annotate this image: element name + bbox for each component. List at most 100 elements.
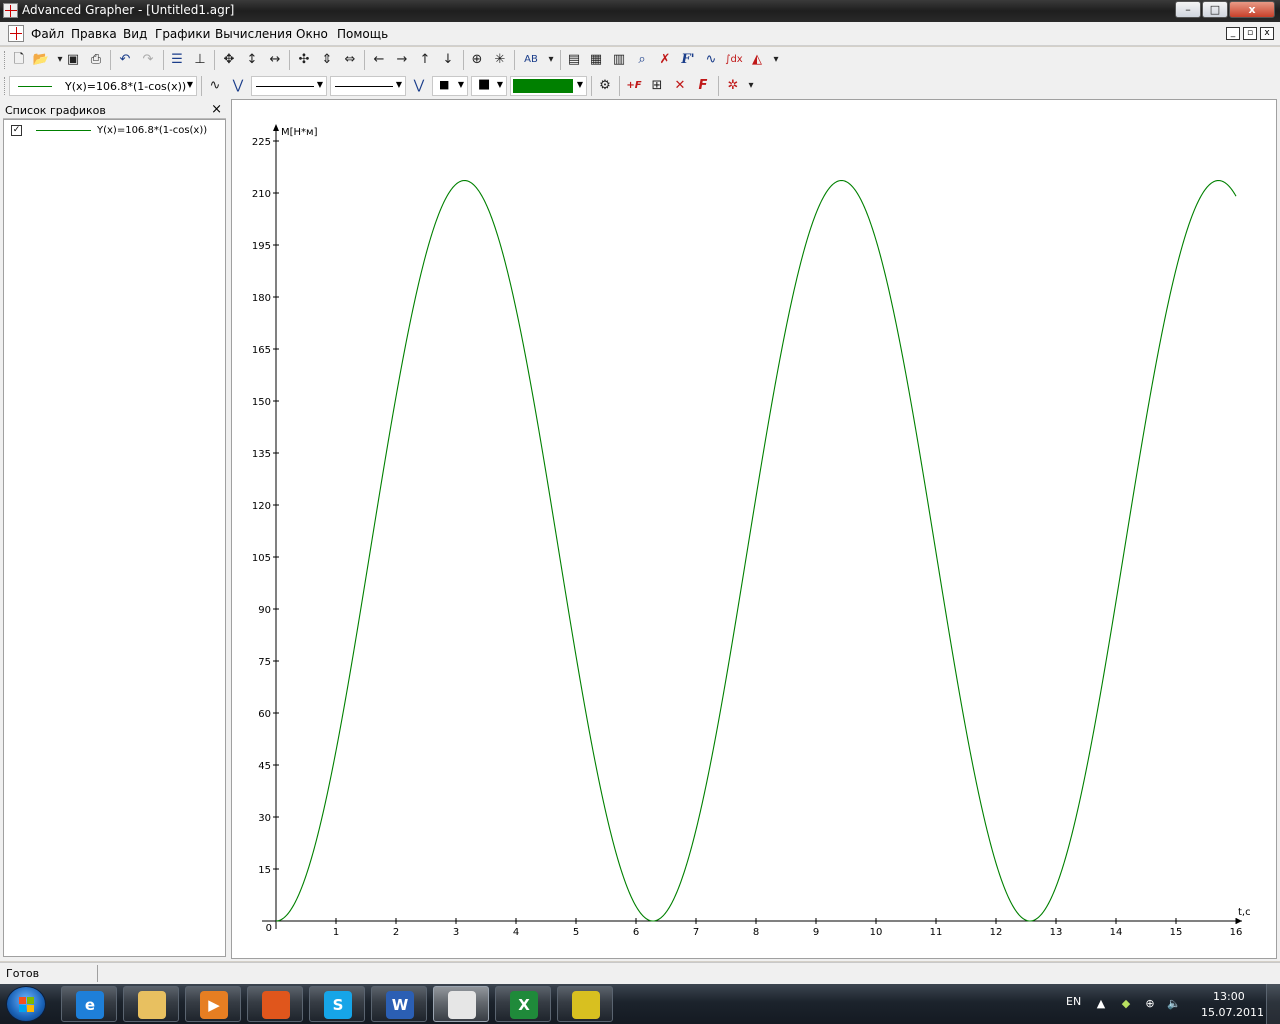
- firefox-icon: [262, 991, 290, 1019]
- zoom-h-icon[interactable]: ⇔: [340, 50, 360, 70]
- horizontal-resize-icon[interactable]: ↔: [265, 50, 285, 70]
- list-item[interactable]: ✓ Y(x)=106.8*(1-cos(x)): [8, 124, 218, 140]
- start-button[interactable]: [6, 986, 46, 1022]
- derivative-icon[interactable]: F': [678, 50, 698, 70]
- delete-graph-icon[interactable]: ✕: [670, 76, 690, 96]
- menu-bar: Файл Правка Вид Графики Вычисления Окно …: [0, 22, 1280, 46]
- point-style-icon[interactable]: ⋁: [228, 76, 248, 96]
- tray-app-icon[interactable]: ◆: [1118, 996, 1134, 1012]
- search-icon[interactable]: ⌕: [632, 50, 652, 70]
- maximize-button[interactable]: □: [1202, 1, 1228, 18]
- toolbar2-overflow-icon[interactable]: ▾: [741, 76, 761, 96]
- menu-edit[interactable]: Правка: [71, 27, 117, 41]
- zoom-in-icon[interactable]: ✣: [294, 50, 314, 70]
- table-icon[interactable]: ▤: [564, 50, 584, 70]
- clock-date[interactable]: 15.07.2011: [1201, 1006, 1264, 1019]
- label-dropdown-icon[interactable]: ▾: [541, 50, 561, 70]
- plot-area[interactable]: 1 2 3 4 5 6 7 8 9 10 11 12 13 14 15 16 0 15 30 45 60 75 90 105 1…: [231, 99, 1277, 959]
- center-icon[interactable]: ⊕: [467, 50, 487, 70]
- print-icon[interactable]: ⎙: [86, 50, 106, 70]
- y-axis-label: M[H*м]: [281, 127, 318, 138]
- toolbar-grip[interactable]: [4, 77, 7, 95]
- language-indicator[interactable]: EN: [1066, 995, 1081, 1008]
- volume-icon[interactable]: 🔈: [1166, 996, 1182, 1012]
- up-arrow-icon[interactable]: ↑: [415, 50, 435, 70]
- line-style-dropdown[interactable]: ▼: [251, 76, 327, 96]
- add-table-icon[interactable]: ⊞: [647, 76, 667, 96]
- label-icon[interactable]: AB: [519, 50, 543, 70]
- fit-icon[interactable]: ✳: [490, 50, 510, 70]
- tray-expand-icon[interactable]: ▲: [1093, 996, 1109, 1012]
- color-dropdown[interactable]: ▼: [510, 76, 587, 96]
- taskbar-skype[interactable]: S: [309, 986, 365, 1022]
- y-tick-label: 180: [252, 293, 271, 304]
- mdi-close-button[interactable]: x: [1260, 27, 1274, 40]
- redo-icon[interactable]: ↷: [138, 50, 158, 70]
- network-icon[interactable]: ⊕: [1142, 996, 1158, 1012]
- menu-help[interactable]: Помощь: [337, 27, 388, 41]
- x-tick-label: 4: [513, 927, 519, 938]
- left-arrow-icon[interactable]: ←: [369, 50, 389, 70]
- list-icon[interactable]: ☰: [167, 50, 187, 70]
- document-icon[interactable]: [8, 25, 24, 42]
- curve-style-icon[interactable]: ∿: [205, 76, 225, 96]
- menu-view[interactable]: Вид: [123, 27, 147, 41]
- taskbar-file-explorer[interactable]: [123, 986, 179, 1022]
- new-icon[interactable]: 🗋: [9, 50, 29, 70]
- tangent-icon[interactable]: ∿: [701, 50, 721, 70]
- clock-time[interactable]: 13:00: [1213, 990, 1245, 1003]
- grid-icon[interactable]: ▥: [609, 50, 629, 70]
- marker-style-icon[interactable]: ⋁: [409, 76, 429, 96]
- taskbar-advanced-grapher[interactable]: [433, 986, 489, 1022]
- y-tick-label: 30: [258, 813, 271, 824]
- taskbar-internet-explorer[interactable]: e: [61, 986, 117, 1022]
- panel-close-icon[interactable]: ×: [211, 102, 222, 117]
- line-width-dropdown[interactable]: ▼: [330, 76, 406, 96]
- menu-file[interactable]: Файл: [31, 27, 64, 41]
- x-tick-label: 13: [1050, 927, 1063, 938]
- spark-icon[interactable]: ✲: [723, 76, 743, 96]
- properties-icon[interactable]: ⚙: [595, 76, 615, 96]
- zoom-v-icon[interactable]: ⇕: [317, 50, 337, 70]
- intersect-icon[interactable]: ✗: [655, 50, 675, 70]
- taskbar-media-player[interactable]: ▶: [185, 986, 241, 1022]
- integral-icon[interactable]: ∫dx: [724, 50, 744, 70]
- marker-size-dropdown[interactable]: ■ ▼: [432, 76, 468, 96]
- function-chart[interactable]: 1 2 3 4 5 6 7 8 9 10 11 12 13 14 15 1601530456075901051…: [232, 100, 1278, 960]
- status-text: Готов: [6, 967, 40, 980]
- move-icon[interactable]: ✥: [219, 50, 239, 70]
- toolbar1-overflow-icon[interactable]: ▾: [766, 50, 786, 70]
- taskbar-excel[interactable]: X: [495, 986, 551, 1022]
- graph-select-dropdown[interactable]: Y(x)=106.8*(1-cos(x)) ▼: [9, 76, 197, 96]
- save-icon[interactable]: ▣: [63, 50, 83, 70]
- undo-icon[interactable]: ↶: [115, 50, 135, 70]
- marker-fill-dropdown[interactable]: ■ ▼: [471, 76, 507, 96]
- calculator-icon[interactable]: ▦: [586, 50, 606, 70]
- panel-title: Список графиков: [5, 104, 106, 117]
- mdi-minimize-button[interactable]: _: [1226, 27, 1240, 40]
- add-graph-icon[interactable]: +F: [624, 76, 644, 96]
- show-desktop-button[interactable]: [1266, 984, 1280, 1024]
- close-button[interactable]: x: [1229, 1, 1275, 18]
- series-line-0: [275, 179, 1237, 922]
- menu-window[interactable]: Окно: [296, 27, 328, 41]
- vertical-resize-icon[interactable]: ↕: [242, 50, 262, 70]
- taskbar: e ▶ S W X EN ▲ ◆ ⊕ 🔈 13:00 15.07.2011: [0, 984, 1280, 1024]
- taskbar-word[interactable]: W: [371, 986, 427, 1022]
- graph-visible-checkbox[interactable]: ✓: [11, 125, 22, 136]
- mdi-restore-button[interactable]: ▫: [1243, 27, 1257, 40]
- taskbar-other-app[interactable]: [557, 986, 613, 1022]
- axes-icon[interactable]: ⊥: [190, 50, 210, 70]
- taskbar-firefox[interactable]: [247, 986, 303, 1022]
- area-icon[interactable]: ◭: [747, 50, 767, 70]
- down-arrow-icon[interactable]: ↓: [438, 50, 458, 70]
- menu-calculations[interactable]: Вычисления: [215, 27, 292, 41]
- right-arrow-icon[interactable]: →: [392, 50, 412, 70]
- toolbar-grip[interactable]: [4, 51, 7, 69]
- open-icon[interactable]: 📂: [31, 50, 51, 70]
- menu-graphs[interactable]: Графики: [155, 27, 210, 41]
- minimize-button[interactable]: –: [1175, 1, 1201, 18]
- format-graph-icon[interactable]: F: [693, 76, 713, 96]
- graph-list: ✓ Y(x)=106.8*(1-cos(x)): [3, 119, 226, 957]
- x-tick-label: 9: [813, 927, 819, 938]
